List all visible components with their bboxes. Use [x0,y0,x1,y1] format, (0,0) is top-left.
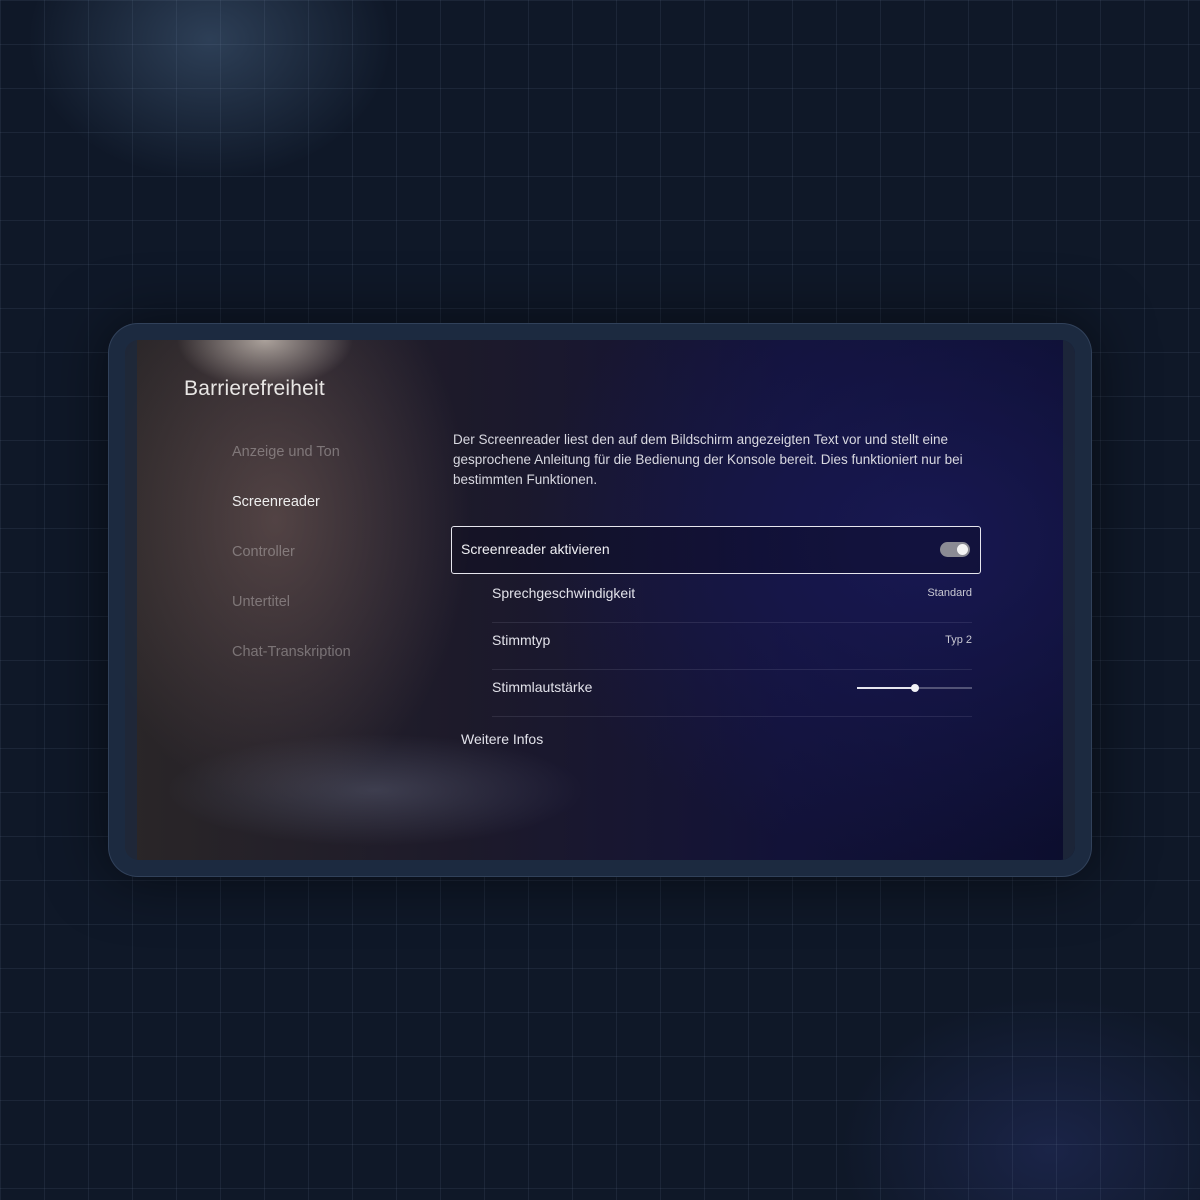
voice-volume-slider-fill [857,687,915,689]
toggle-knob [957,544,968,555]
speech-rate-row[interactable]: Sprechgeschwindigkeit Standard [492,575,972,623]
voice-type-label: Stimmtyp [492,632,551,648]
screenreader-enable-label: Screenreader aktivieren [461,541,610,557]
sidebar-item-controller[interactable]: Controller [232,540,351,590]
screenreader-enable-option[interactable]: Screenreader aktivieren [451,526,981,574]
more-info-link[interactable]: Weitere Infos [461,731,543,747]
voice-type-row[interactable]: Stimmtyp Typ 2 [492,622,972,670]
sidebar-item-anzeige-und-ton[interactable]: Anzeige und Ton [232,440,351,490]
sidebar-item-untertitel[interactable]: Untertitel [232,590,351,640]
speech-rate-label: Sprechgeschwindigkeit [492,585,636,601]
screenreader-toggle[interactable] [940,542,970,557]
page-title: Barrierefreiheit [184,377,325,400]
speech-rate-value: Standard [927,587,972,599]
voice-volume-slider-thumb[interactable] [910,684,919,692]
voice-type-value: Typ 2 [945,634,972,646]
screen-bezel-right [1063,340,1075,860]
sidebar-nav: Anzeige und Ton Screenreader Controller … [232,440,351,690]
screenreader-description: Der Screenreader liest den auf dem Bilds… [453,432,963,487]
sidebar-item-screenreader[interactable]: Screenreader [232,490,351,540]
sidebar-item-chat-transkription[interactable]: Chat-Transkription [232,640,351,690]
console-screen: Barrierefreiheit Anzeige und Ton Screenr… [125,340,1075,860]
voice-volume-row[interactable]: Stimmlautstärke [492,669,972,717]
voice-volume-label: Stimmlautstärke [492,679,593,695]
screen-bezel-left [125,340,137,860]
voice-volume-slider[interactable] [857,684,972,692]
